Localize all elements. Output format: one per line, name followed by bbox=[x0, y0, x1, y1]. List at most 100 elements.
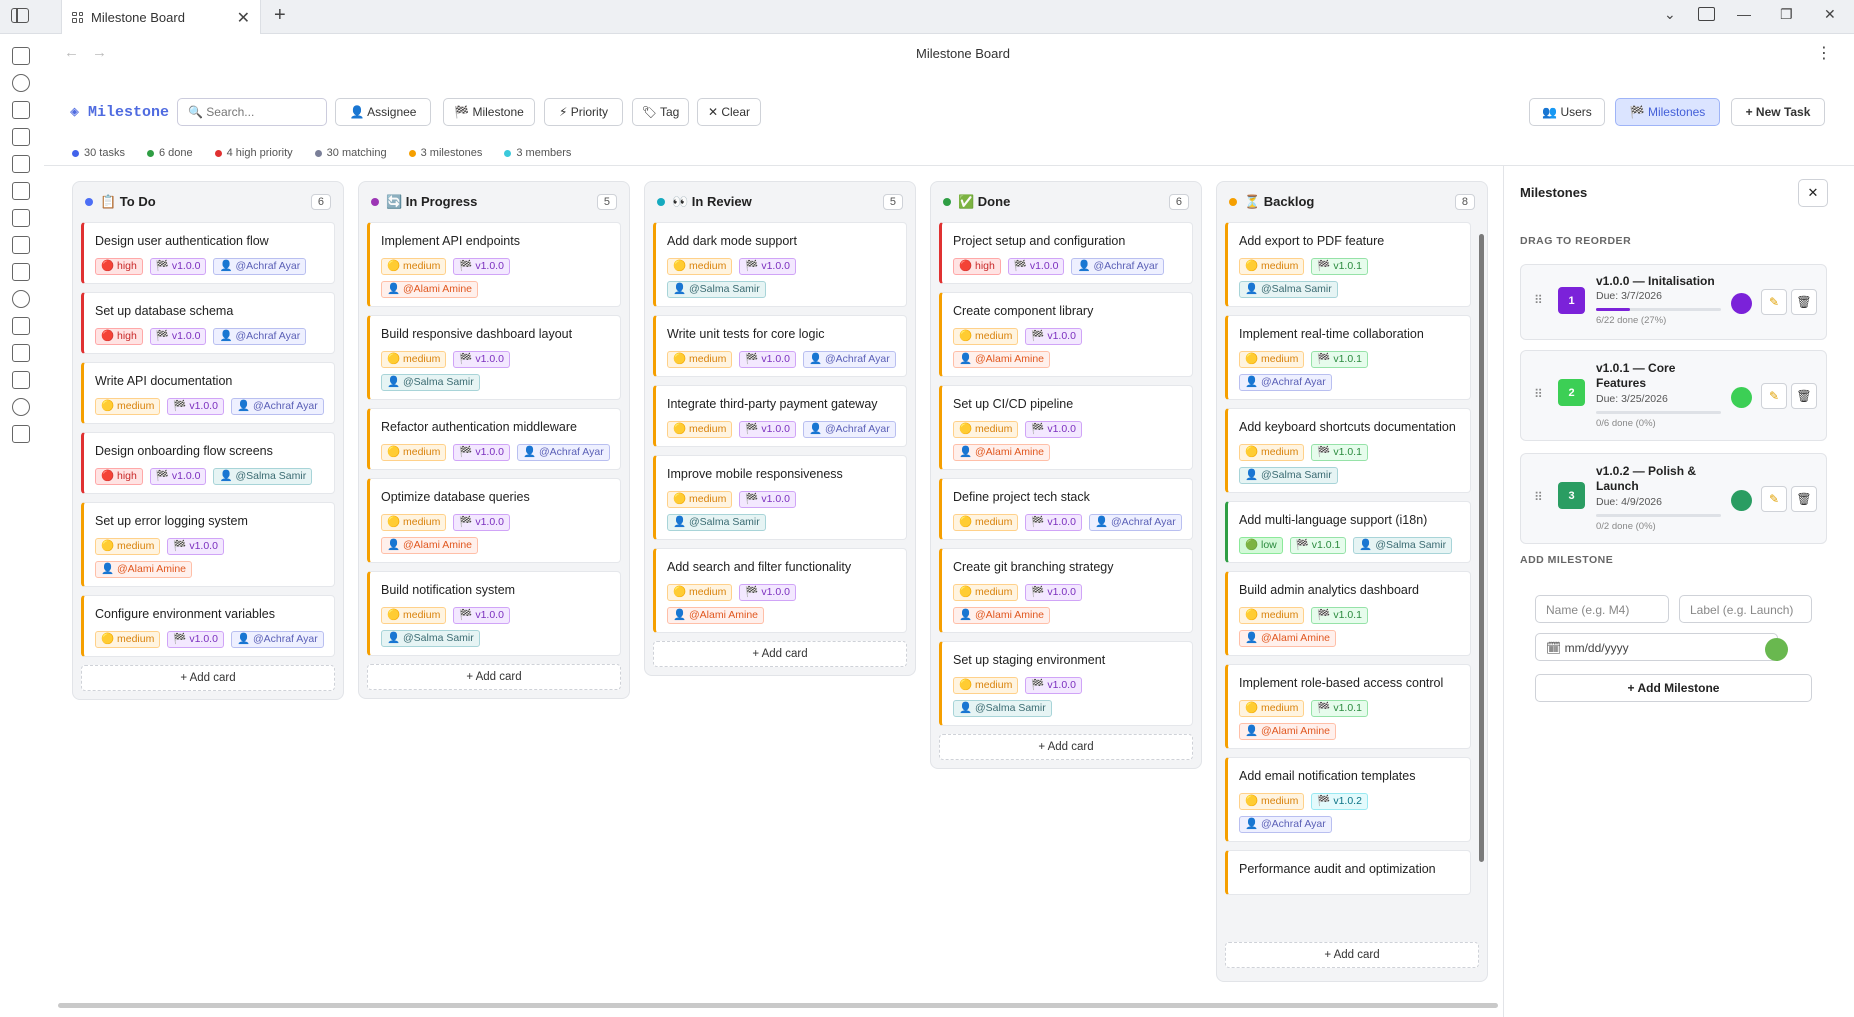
milestone-color-swatch[interactable] bbox=[1731, 293, 1752, 314]
task-tag[interactable]: 🏁 v1.0.0 bbox=[739, 258, 796, 275]
task-tag[interactable]: 🟡 medium bbox=[381, 258, 447, 275]
more-options-icon[interactable]: ⋮ bbox=[1816, 43, 1832, 63]
milestones-button[interactable]: 🏁 Milestones bbox=[1615, 98, 1720, 126]
task-tag[interactable]: 🏁 v1.0.0 bbox=[453, 514, 510, 531]
document-icon[interactable] bbox=[12, 47, 30, 65]
task-tag[interactable]: 🟡 medium bbox=[953, 421, 1019, 438]
delete-trash-icon[interactable]: 🗑 bbox=[1791, 383, 1817, 409]
edit-pencil-icon[interactable]: ✎ bbox=[1761, 289, 1787, 315]
task-card[interactable]: Add dark mode support 🟡 medium 🏁 v1.0.0 👤 @… bbox=[653, 222, 907, 307]
task-tag[interactable]: 🏁 v1.0.0 bbox=[453, 351, 510, 368]
add-card-button[interactable]: + Add card bbox=[367, 664, 621, 690]
split-view-icon[interactable] bbox=[1698, 7, 1715, 21]
task-card[interactable]: Build notification system 🟡 medium 🏁 v1.0.… bbox=[367, 571, 621, 656]
grid-icon[interactable] bbox=[12, 101, 30, 119]
task-tag[interactable]: 🟡 medium bbox=[953, 328, 1019, 345]
task-card[interactable]: Add keyboard shortcuts documentation 🟡 me… bbox=[1225, 408, 1471, 493]
task-tag[interactable]: 👤 @Alami Amine bbox=[953, 351, 1051, 368]
task-tag[interactable]: 🟡 medium bbox=[95, 538, 161, 555]
image-icon[interactable] bbox=[12, 263, 30, 281]
milestone-color-picker[interactable] bbox=[1765, 638, 1788, 661]
task-tag[interactable]: 🏁 v1.0.0 bbox=[1025, 584, 1082, 601]
milestone-color-swatch[interactable] bbox=[1731, 387, 1752, 408]
task-tag[interactable]: 🟡 medium bbox=[381, 607, 447, 624]
close-panel-button[interactable]: ✕ bbox=[1798, 179, 1828, 207]
task-tag[interactable]: 👤 @Achraf Ayar bbox=[213, 258, 307, 275]
delete-trash-icon[interactable]: 🗑 bbox=[1791, 289, 1817, 315]
task-tag[interactable]: 🏁 v1.0.0 bbox=[1025, 677, 1082, 694]
task-card[interactable]: Performance audit and optimization bbox=[1225, 850, 1471, 895]
task-tag[interactable]: 🏁 v1.0.0 bbox=[167, 538, 224, 555]
edit-pencil-icon[interactable]: ✎ bbox=[1761, 383, 1787, 409]
milestone-card[interactable]: ⠿ 2 v1.0.1 — Core Features Due: 3/25/2026 0/… bbox=[1520, 350, 1827, 441]
task-card[interactable]: Improve mobile responsiveness 🟡 medium 🏁 v… bbox=[653, 455, 907, 540]
microphone-icon[interactable] bbox=[12, 290, 30, 308]
task-tag[interactable]: 🟢 low bbox=[1239, 537, 1283, 554]
task-tag[interactable]: 👤 @Achraf Ayar bbox=[230, 398, 324, 415]
task-tag[interactable]: 🟡 medium bbox=[953, 514, 1019, 531]
task-tag[interactable]: 🏁 v1.0.0 bbox=[167, 631, 224, 648]
milestone-date-input[interactable]: 🗓 mm/dd/yyyy bbox=[1535, 633, 1778, 661]
task-tag[interactable]: 👤 @Alami Amine bbox=[381, 281, 479, 298]
delete-trash-icon[interactable]: 🗑 bbox=[1791, 486, 1817, 512]
task-tag[interactable]: 🟡 medium bbox=[1239, 607, 1305, 624]
milestone-color-swatch[interactable] bbox=[1731, 490, 1752, 511]
chevron-down-icon[interactable]: ⌄ bbox=[1664, 6, 1676, 23]
milestone-card[interactable]: ⠿ 1 v1.0.0 — Initalisation Due: 3/7/2026 6/2… bbox=[1520, 264, 1827, 340]
task-card[interactable]: Build admin analytics dashboard 🟡 medium 🏁… bbox=[1225, 571, 1471, 656]
task-tag[interactable]: 🔴 high bbox=[95, 328, 143, 345]
task-tag[interactable]: 👤 @Achraf Ayar bbox=[1239, 816, 1332, 833]
minimize-icon[interactable]: — bbox=[1737, 6, 1751, 22]
task-card[interactable]: Project setup and configuration 🔴 high 🏁 v… bbox=[939, 222, 1193, 284]
task-card[interactable]: Add export to PDF feature 🟡 medium 🏁 v1.0.… bbox=[1225, 222, 1471, 307]
task-tag[interactable]: 🏁 v1.0.0 bbox=[1025, 514, 1082, 531]
task-tag[interactable]: 🟡 medium bbox=[381, 444, 447, 461]
task-tag[interactable]: 👤 @Alami Amine bbox=[953, 607, 1051, 624]
task-tag[interactable]: 👤 @Salma Samir bbox=[213, 468, 313, 485]
apps-icon[interactable] bbox=[12, 425, 30, 443]
task-tag[interactable]: 👤 @Alami Amine bbox=[953, 444, 1051, 461]
task-tag[interactable]: 👤 @Achraf Ayar bbox=[1071, 258, 1165, 275]
task-tag[interactable]: 🟡 medium bbox=[1239, 444, 1305, 461]
close-tab-icon[interactable]: ✕ bbox=[237, 8, 250, 28]
edit-pencil-icon[interactable]: ✎ bbox=[1761, 486, 1787, 512]
task-tag[interactable]: 👤 @Achraf Ayar bbox=[802, 351, 896, 368]
task-tag[interactable]: 🟡 medium bbox=[1239, 793, 1305, 810]
task-tag[interactable]: 🟡 medium bbox=[381, 514, 447, 531]
task-tag[interactable]: 🔴 high bbox=[95, 468, 143, 485]
layout-icon[interactable] bbox=[12, 317, 30, 335]
task-card[interactable]: Add search and filter functionality 🟡 med… bbox=[653, 548, 907, 633]
task-card[interactable]: Implement API endpoints 🟡 medium 🏁 v1.0.0 👤… bbox=[367, 222, 621, 307]
task-card[interactable]: Set up staging environment 🟡 medium 🏁 v1.0… bbox=[939, 641, 1193, 726]
task-card[interactable]: Create git branching strategy 🟡 medium 🏁 v… bbox=[939, 548, 1193, 633]
task-tag[interactable]: 👤 @Salma Samir bbox=[667, 514, 766, 531]
add-card-button[interactable]: + Add card bbox=[1225, 942, 1479, 968]
task-card[interactable]: Implement real-time collaboration 🟡 mediu… bbox=[1225, 315, 1471, 400]
task-tag[interactable]: 🟡 medium bbox=[667, 351, 733, 368]
task-card[interactable]: Optimize database queries 🟡 medium 🏁 v1.0.… bbox=[367, 478, 621, 563]
task-tag[interactable]: 🏁 v1.0.1 bbox=[1289, 537, 1347, 554]
task-tag[interactable]: 🟡 medium bbox=[667, 584, 733, 601]
task-card[interactable]: Create component library 🟡 medium 🏁 v1.0.0… bbox=[939, 292, 1193, 377]
clear-filters-button[interactable]: ✕ Clear bbox=[697, 98, 761, 126]
add-card-button[interactable]: + Add card bbox=[81, 665, 335, 691]
list-icon[interactable] bbox=[12, 236, 30, 254]
users-button[interactable]: 👥 Users bbox=[1529, 98, 1605, 126]
checklist-icon[interactable] bbox=[12, 371, 30, 389]
task-tag[interactable]: 🟡 medium bbox=[667, 258, 733, 275]
send-icon[interactable] bbox=[12, 344, 30, 362]
task-tag[interactable]: 🔴 high bbox=[953, 258, 1001, 275]
milestone-label-input[interactable]: Label (e.g. Launch) bbox=[1679, 595, 1812, 623]
task-tag[interactable]: 👤 @Salma Samir bbox=[1353, 537, 1453, 554]
sidebar-toggle-icon[interactable] bbox=[11, 8, 29, 23]
milestone-name-input[interactable]: Name (e.g. M4) bbox=[1535, 595, 1669, 623]
task-tag[interactable]: 👤 @Alami Amine bbox=[667, 607, 765, 624]
task-tag[interactable]: 🟡 medium bbox=[1239, 700, 1305, 717]
maximize-icon[interactable]: ❐ bbox=[1780, 6, 1793, 23]
task-tag[interactable]: 🟡 medium bbox=[667, 421, 733, 438]
calendar-icon[interactable] bbox=[12, 128, 30, 146]
task-tag[interactable]: 🟡 medium bbox=[953, 677, 1019, 694]
task-card[interactable]: Write API documentation 🟡 medium 🏁 v1.0.0 👤… bbox=[81, 362, 335, 424]
drag-handle-icon[interactable]: ⠿ bbox=[1534, 293, 1543, 307]
add-card-button[interactable]: + Add card bbox=[653, 641, 907, 667]
